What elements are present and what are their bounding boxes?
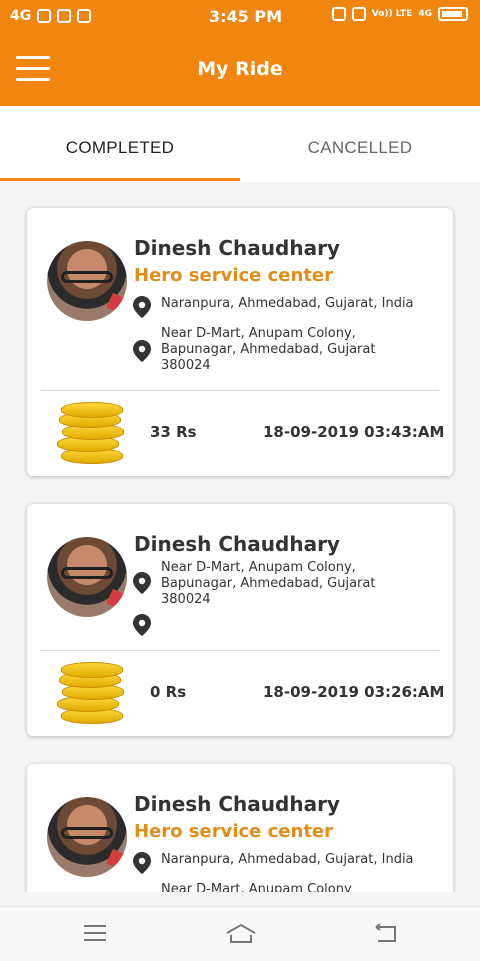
ride-datetime: 18-09-2019 03:26:AM [263, 683, 445, 701]
usb-icon [57, 9, 72, 23]
avatar [47, 797, 127, 877]
app-bar: My Ride [0, 34, 480, 106]
location-icon [331, 7, 346, 21]
driver-name: Dinesh Chaudhary [134, 532, 340, 556]
ride-card[interactable]: Dinesh Chaudhary Hero service center Nar… [27, 208, 453, 476]
status-time: 3:45 PM [209, 7, 283, 26]
divider [41, 650, 439, 651]
avatar [47, 241, 127, 321]
status-bar: 4G 3:45 PM Vo)) LTE 4G [0, 0, 480, 34]
ride-amount: 0 Rs [150, 683, 187, 701]
ride-tabs: COMPLETED CANCELLED [0, 106, 480, 182]
pickup-address: Naranpura, Ahmedabad, Gujarat, India [161, 296, 414, 311]
tab-cancelled[interactable]: CANCELLED [240, 138, 480, 158]
page-title: My Ride [197, 58, 283, 80]
coins-icon [57, 402, 124, 464]
active-tab-indicator [0, 178, 240, 181]
ride-card[interactable]: Dinesh Chaudhary Hero service center Nar… [27, 764, 453, 892]
driver-name: Dinesh Chaudhary [134, 792, 340, 816]
driver-name: Dinesh Chaudhary [134, 236, 340, 260]
volte-label: Vo)) LTE [371, 8, 413, 19]
avatar [47, 537, 127, 617]
status-right-icons: Vo)) LTE 4G [331, 7, 468, 21]
pickup-address: Near D-Mart, Anupam Colony, Bapunagar, A… [161, 560, 376, 607]
home-icon[interactable] [224, 921, 258, 945]
system-nav-bar [0, 906, 480, 961]
ride-datetime: 18-09-2019 03:43:AM [263, 423, 445, 441]
company-name: Hero service center [134, 265, 334, 286]
signal-icon [37, 9, 52, 23]
status-left-icons: 4G [10, 8, 92, 24]
notification-icon [77, 9, 92, 23]
location-pin-icon [133, 340, 151, 362]
alarm-icon [351, 7, 366, 21]
ride-list[interactable]: Dinesh Chaudhary Hero service center Nar… [0, 182, 480, 892]
drop-address: Near D-Mart, Anupam Colony [161, 882, 352, 892]
back-icon[interactable] [370, 921, 400, 945]
ride-card[interactable]: Dinesh Chaudhary Near D-Mart, Anupam Col… [27, 504, 453, 736]
location-pin-icon [133, 852, 151, 874]
divider [41, 390, 439, 391]
ride-amount: 33 Rs [150, 423, 197, 441]
coins-icon [57, 662, 124, 724]
network-type: 4G [10, 8, 32, 24]
location-pin-icon [133, 296, 151, 318]
location-pin-icon [133, 614, 151, 636]
menu-icon[interactable] [80, 921, 110, 945]
network-right: 4G [418, 9, 432, 19]
drop-address: Near D-Mart, Anupam Colony, Bapunagar, A… [161, 326, 376, 373]
location-pin-icon [133, 572, 151, 594]
battery-icon [438, 7, 468, 21]
company-name: Hero service center [134, 821, 334, 842]
pickup-address: Naranpura, Ahmedabad, Gujarat, India [161, 852, 414, 867]
tab-completed[interactable]: COMPLETED [0, 138, 240, 158]
